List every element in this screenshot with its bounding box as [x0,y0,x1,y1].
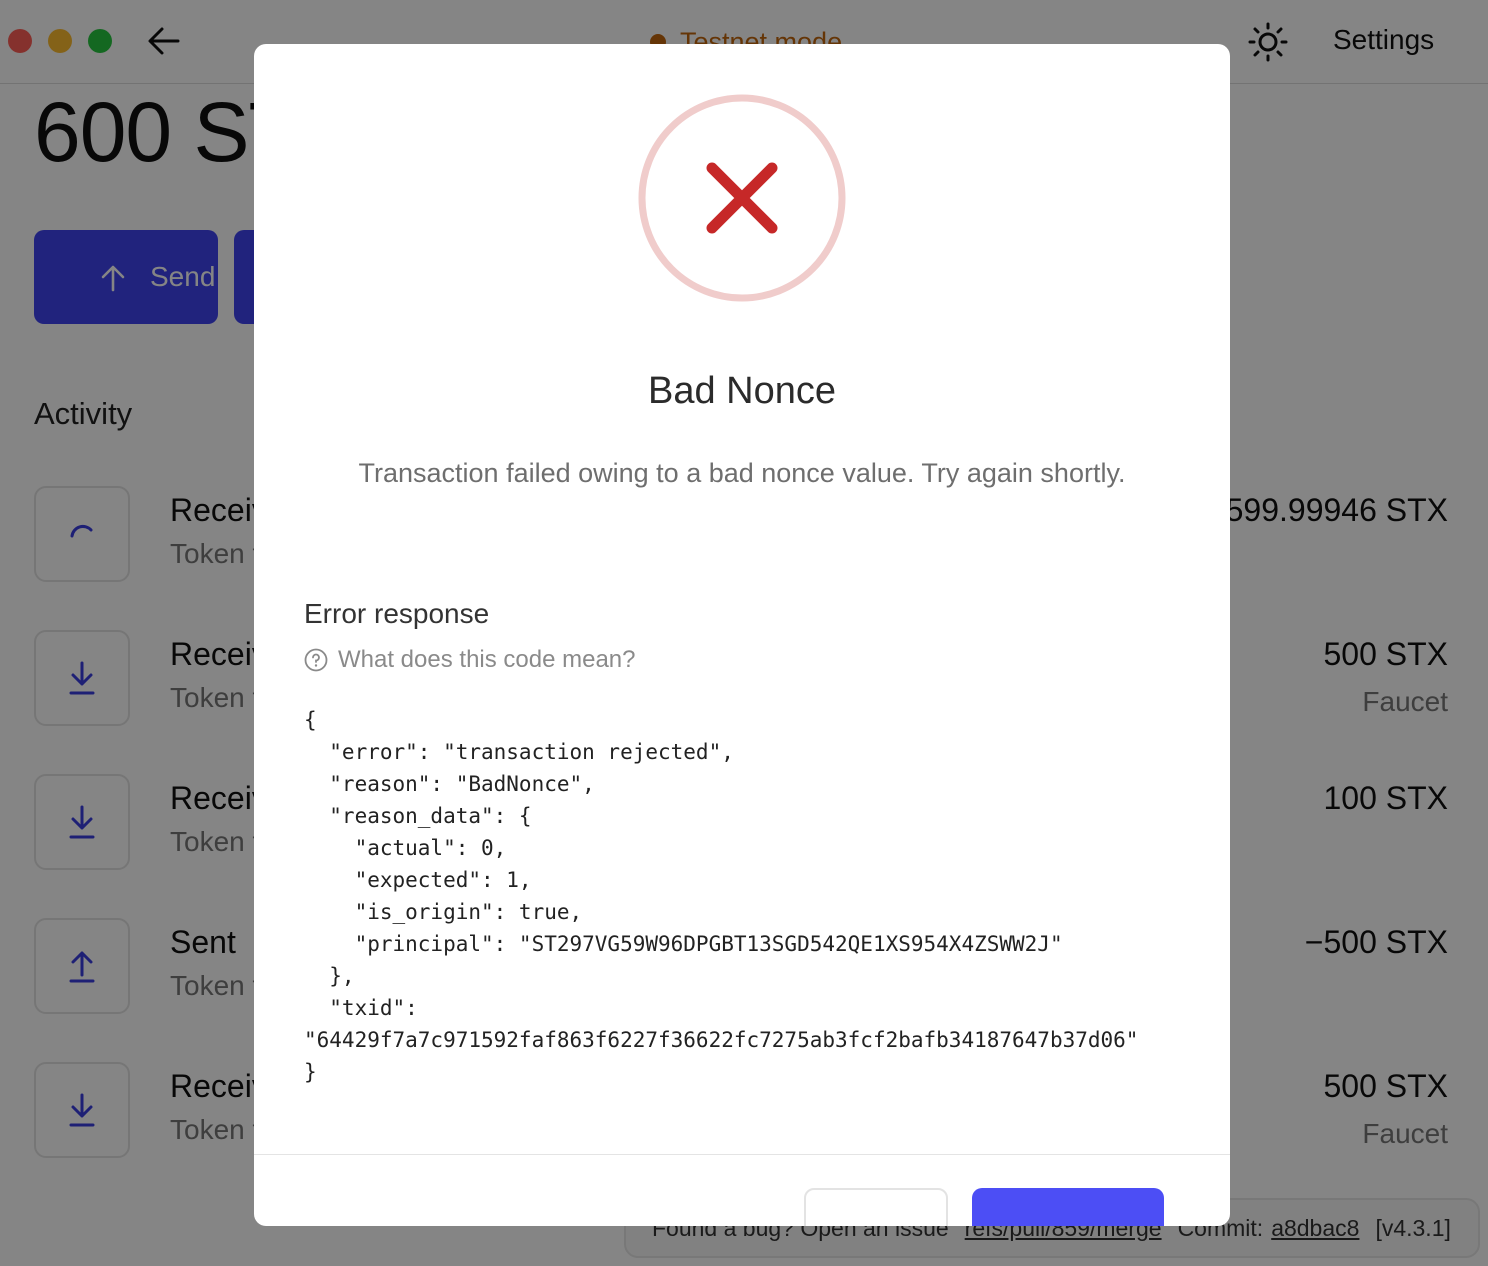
modal-footer-divider [254,1154,1230,1155]
modal-description: Transaction failed owing to a bad nonce … [358,458,1126,488]
modal-primary-button[interactable] [972,1188,1164,1226]
modal-secondary-button[interactable] [804,1188,948,1226]
error-response-json: { "error": "transaction rejected", "reas… [304,708,1139,1084]
question-circle-icon [304,648,328,672]
error-code-help-link[interactable]: What does this code mean? [304,646,636,674]
error-x-icon [638,94,846,302]
error-modal: Bad Nonce Transaction failed owing to a … [254,44,1230,1226]
modal-title: Bad Nonce [647,370,836,412]
help-link-label: What does this code mean? [338,646,636,673]
error-response-heading: Error response [304,598,490,629]
